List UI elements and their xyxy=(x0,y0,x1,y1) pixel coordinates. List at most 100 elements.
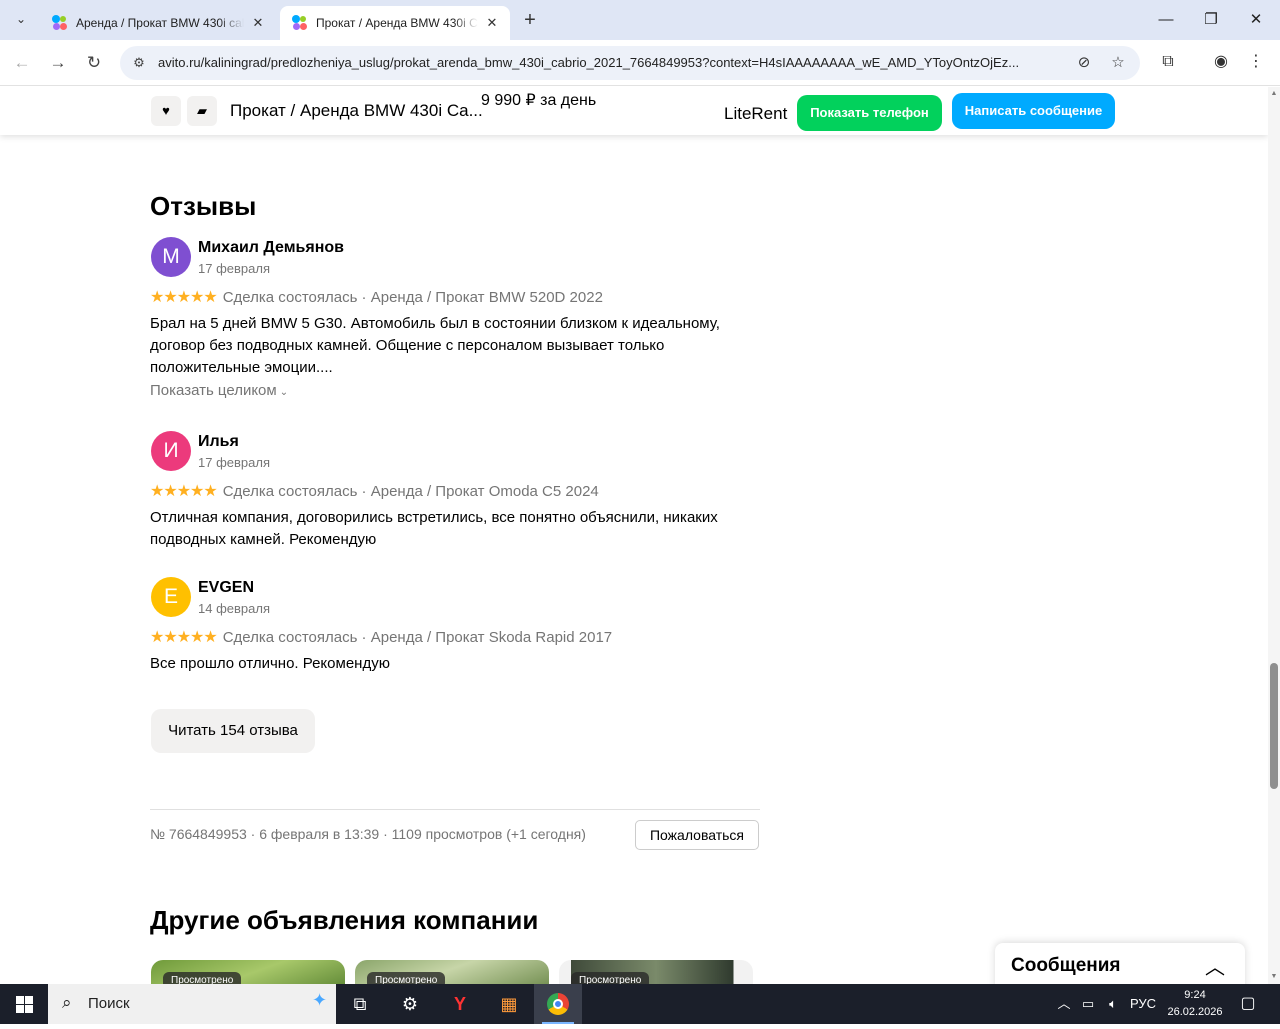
review-meta: ★★★★★ Сделка состоялась · Аренда / Прока… xyxy=(150,627,612,647)
rating-stars-icon: ★★★★★ xyxy=(150,289,218,306)
divider xyxy=(150,809,760,810)
viewed-badge: Просмотрено xyxy=(367,972,446,984)
tab-search-icon[interactable]: ⌄ xyxy=(8,6,34,32)
search-icon: ⌕ xyxy=(62,993,72,1012)
bookmark-star-icon[interactable]: ☆ xyxy=(1108,53,1128,73)
taskbar-clock[interactable]: 9:24 26.02.2026 xyxy=(1160,987,1230,1021)
other-listings-heading: Другие объявления компании xyxy=(150,905,539,935)
clock-time: 9:24 xyxy=(1184,989,1206,1001)
review-item: И Илья 17 февраля ★★★★★ Сделка состоялас… xyxy=(150,431,760,551)
review-item: E EVGEN 14 февраля ★★★★★ Сделка состояла… xyxy=(150,577,760,677)
review-text: Все прошло отлично. Рекомендую xyxy=(150,655,390,672)
taskbar-search[interactable]: ⌕ Поиск ✦ xyxy=(48,984,336,1024)
listing-title: Прокат / Аренда BMW 430i Ca... xyxy=(230,101,483,120)
review-text: Отличная компания, договорились встретил… xyxy=(150,509,718,548)
tab-title: Прокат / Аренда BMW 430i Cabrio xyxy=(316,16,478,30)
avito-favicon-icon xyxy=(52,15,68,31)
show-full-label: Показать целиком xyxy=(150,382,277,399)
reviewer-name[interactable]: Михаил Демьянов xyxy=(198,239,344,257)
write-message-button[interactable]: Написать сообщение xyxy=(952,93,1115,129)
scroll-down-arrow-icon[interactable]: ▼ xyxy=(1268,970,1280,984)
tray-chevron-up-icon[interactable]: ︿ xyxy=(1054,984,1074,1024)
address-bar[interactable]: ⚙ avito.ru/kaliningrad/predlozheniya_usl… xyxy=(120,46,1140,80)
minimize-icon[interactable]: — xyxy=(1154,8,1178,32)
review-date: 17 февраля xyxy=(198,261,270,276)
chevron-up-icon[interactable]: ︿ xyxy=(1205,951,1225,980)
browser-tab-1[interactable]: Аренда / Прокат BMW 430i cabrio ✕ xyxy=(40,6,276,40)
show-full-link[interactable]: Показать целиком ⌄ xyxy=(150,382,288,399)
listing-price: 9 990 ₽ за день xyxy=(481,92,597,109)
site-settings-icon[interactable]: ⚙ xyxy=(130,54,148,72)
review-deal-info: Сделка состоялась · Аренда / Прокат Skod… xyxy=(222,628,613,646)
avatar[interactable]: И xyxy=(151,431,191,471)
viewed-badge: Просмотрено xyxy=(571,972,650,984)
page-viewport: ♥ ▰ Прокат / Аренда BMW 430i Ca... 9 990… xyxy=(0,87,1268,984)
notifications-icon[interactable]: ▢ xyxy=(1236,984,1260,1024)
settings-gear-icon[interactable]: ⚙ xyxy=(386,984,434,1024)
scrollbar-thumb[interactable] xyxy=(1270,663,1278,789)
reviewer-name[interactable]: Илья xyxy=(198,433,239,451)
rating-stars-icon: ★★★★★ xyxy=(150,483,218,500)
avatar[interactable]: E xyxy=(151,577,191,617)
review-meta: ★★★★★ Сделка состоялась · Аренда / Прока… xyxy=(150,481,599,501)
seller-name[interactable]: LiteRent xyxy=(724,104,787,124)
new-tab-plus-icon[interactable]: + xyxy=(518,8,542,32)
yandex-browser-icon[interactable]: Y xyxy=(436,984,484,1024)
forward-arrow-icon[interactable]: → xyxy=(45,50,71,76)
tab-close-icon[interactable]: ✕ xyxy=(250,15,266,31)
reviews-heading: Отзывы xyxy=(150,191,257,221)
listing-thumbnail[interactable]: Просмотрено xyxy=(559,960,753,984)
review-item: М Михаил Демьянов 17 февраля ★★★★★ Сделк… xyxy=(150,237,760,402)
messages-title: Сообщения xyxy=(1011,955,1121,976)
listing-thumbnail[interactable]: Просмотрено xyxy=(355,960,549,984)
listing-thumbnail[interactable]: Просмотрено xyxy=(151,960,345,984)
sparkle-icon: ✦ xyxy=(312,990,328,1010)
page-scrollbar[interactable]: ▲ ▼ xyxy=(1268,87,1280,984)
clock-date: 26.02.2026 xyxy=(1167,1006,1223,1018)
location-blocked-icon[interactable]: ⊘ xyxy=(1074,53,1094,73)
review-deal-info: Сделка состоялась · Аренда / Прокат Omod… xyxy=(222,482,599,500)
browser-tab-2[interactable]: Прокат / Аренда BMW 430i Cabrio ✕ xyxy=(280,6,510,40)
network-icon[interactable]: ▭ xyxy=(1078,984,1098,1024)
chevron-down-icon: ⌄ xyxy=(279,387,289,398)
messages-panel[interactable]: Сообщения ︿ xyxy=(995,943,1245,984)
sticky-listing-header: ♥ ▰ Прокат / Аренда BMW 430i Ca... 9 990… xyxy=(0,87,1268,135)
browser-tab-strip: ⌄ Аренда / Прокат BMW 430i cabrio ✕ Прок… xyxy=(0,0,1280,40)
avito-favicon-icon xyxy=(292,15,308,31)
reload-icon[interactable]: ↻ xyxy=(81,50,107,76)
listing-meta-info: № 7664849953 · 6 февраля в 13:39 · 1109 … xyxy=(150,826,586,842)
rating-stars-icon: ★★★★★ xyxy=(150,629,218,646)
review-text: Брал на 5 дней BMW 5 G30. Автомобиль был… xyxy=(150,315,720,376)
avatar[interactable]: М xyxy=(151,237,191,277)
review-date: 17 февраля xyxy=(198,455,270,470)
address-url[interactable]: avito.ru/kaliningrad/predlozheniya_uslug… xyxy=(158,55,1058,70)
viewed-badge: Просмотрено xyxy=(163,972,242,984)
extensions-puzzle-icon[interactable]: ⧉ xyxy=(1157,51,1179,73)
menu-kebab-icon[interactable]: ⋮ xyxy=(1245,51,1267,73)
scroll-up-arrow-icon[interactable]: ▲ xyxy=(1268,87,1280,101)
show-phone-button[interactable]: Показать телефон xyxy=(797,95,942,131)
favorite-heart-icon[interactable]: ♥ xyxy=(151,96,181,126)
input-language[interactable]: РУС xyxy=(1128,984,1158,1024)
read-all-reviews-button[interactable]: Читать 154 отзыва xyxy=(151,709,315,753)
browser-toolbar: ← → ↻ ⚙ avito.ru/kaliningrad/predlozheni… xyxy=(0,40,1280,86)
restore-icon[interactable]: ❐ xyxy=(1199,8,1223,32)
review-date: 14 февраля xyxy=(198,601,270,616)
review-meta: ★★★★★ Сделка состоялась · Аренда / Прока… xyxy=(150,287,603,307)
report-button[interactable]: Пожаловаться xyxy=(635,820,759,850)
note-icon[interactable]: ▰ xyxy=(187,96,217,126)
review-deal-info: Сделка состоялась · Аренда / Прокат BMW … xyxy=(222,288,603,306)
back-arrow-icon[interactable]: ← xyxy=(9,50,35,76)
volume-icon[interactable]: 🔈︎ xyxy=(1102,984,1124,1024)
photos-app-icon[interactable]: ▦ xyxy=(485,984,533,1024)
windows-start-icon[interactable] xyxy=(0,984,48,1024)
chrome-logo-icon xyxy=(547,993,569,1015)
os-taskbar: ⌕ Поиск ✦ ⧉ ⚙ Y ▦ ︿ ▭ 🔈︎ РУС 9:24 26.02.… xyxy=(0,984,1280,1024)
close-window-icon[interactable]: ✕ xyxy=(1244,8,1268,32)
tab-title: Аренда / Прокат BMW 430i cabrio xyxy=(76,16,244,30)
chrome-icon[interactable] xyxy=(534,984,582,1024)
tab-close-icon[interactable]: ✕ xyxy=(484,15,500,31)
task-view-icon[interactable]: ⧉ xyxy=(336,984,384,1024)
profile-icon[interactable]: ◉ xyxy=(1210,51,1232,73)
reviewer-name[interactable]: EVGEN xyxy=(198,579,254,597)
